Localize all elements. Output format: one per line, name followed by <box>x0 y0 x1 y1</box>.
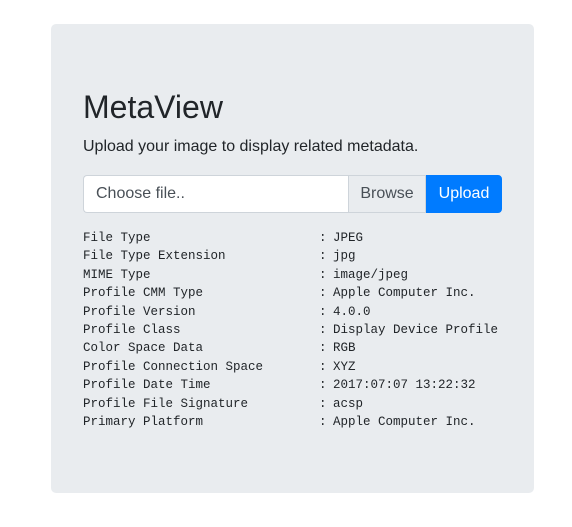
page-title: MetaView <box>83 89 223 125</box>
metadata-row: Profile Date Time : 2017:07:07 13:22:32 <box>83 376 498 394</box>
metadata-separator: : <box>319 304 327 319</box>
metadata-row: Profile Class : Display Device Profile <box>83 321 498 339</box>
metadata-value: Apple Computer Inc. <box>333 414 476 429</box>
metadata-row: Color Space Data : RGB <box>83 339 498 357</box>
metadata-key: Color Space Data <box>83 341 204 356</box>
metadata-separator: : <box>319 341 327 356</box>
metadata-value: Apple Computer Inc. <box>333 286 476 301</box>
metadata-row: Profile Version : 4.0.0 <box>83 303 498 321</box>
browse-button[interactable]: Browse <box>348 175 426 213</box>
upload-form: Choose file.. Browse Upload <box>83 175 502 213</box>
metadata-separator: : <box>319 231 327 245</box>
metadata-key: Profile CMM Type <box>83 286 204 301</box>
metadata-value: jpg <box>333 249 356 264</box>
metadata-key: File Type Extension <box>83 249 226 264</box>
metadata-separator: : <box>319 414 327 429</box>
metadata-row: Profile CMM Type : Apple Computer Inc. <box>83 284 498 302</box>
metadata-key: Profile Version <box>83 304 196 319</box>
file-input-placeholder: Choose file.. <box>96 185 185 202</box>
metadata-key: Profile File Signature <box>83 396 249 411</box>
metadata-row: File Type : JPEG <box>83 229 498 247</box>
metadata-separator: : <box>319 396 327 411</box>
metadata-row: File Type Extension : jpg <box>83 247 498 265</box>
metadata-row: Profile File Signature : acsp <box>83 395 498 413</box>
metadata-value: 4.0.0 <box>333 304 371 319</box>
metadata-value: JPEG <box>333 231 364 245</box>
metadata-value: XYZ <box>333 359 356 374</box>
metadata-value: image/jpeg <box>333 267 409 282</box>
metadata-key: MIME Type <box>83 267 151 282</box>
metadata-list: File Type : JPEG File Type Extension : j… <box>83 229 498 431</box>
page-subtitle: Upload your image to display related met… <box>83 138 419 155</box>
metadata-key: Profile Class <box>83 322 181 337</box>
metadata-row: Primary Platform : Apple Computer Inc. <box>83 413 498 431</box>
metadata-separator: : <box>319 378 327 393</box>
metadata-key: Profile Connection Space <box>83 359 264 374</box>
metadata-value: Display Device Profile <box>333 322 499 337</box>
metadata-row: Profile Connection Space : XYZ <box>83 358 498 376</box>
metadata-row: MIME Type : image/jpeg <box>83 266 498 284</box>
metadata-separator: : <box>319 249 327 264</box>
metadata-value: RGB <box>333 341 356 356</box>
metadata-value: 2017:07:07 13:22:32 <box>333 378 476 393</box>
metadata-separator: : <box>319 359 327 374</box>
metadata-key: Profile Date Time <box>83 378 211 393</box>
main-panel: MetaView Upload your image to display re… <box>51 24 534 493</box>
metadata-separator: : <box>319 286 327 301</box>
metadata-value: acsp <box>333 396 364 411</box>
metadata-separator: : <box>319 267 327 282</box>
upload-button[interactable]: Upload <box>426 175 502 213</box>
file-input[interactable]: Choose file.. <box>83 175 348 213</box>
metadata-key: File Type <box>83 231 151 245</box>
metadata-separator: : <box>319 322 327 337</box>
metadata-key: Primary Platform <box>83 414 204 429</box>
